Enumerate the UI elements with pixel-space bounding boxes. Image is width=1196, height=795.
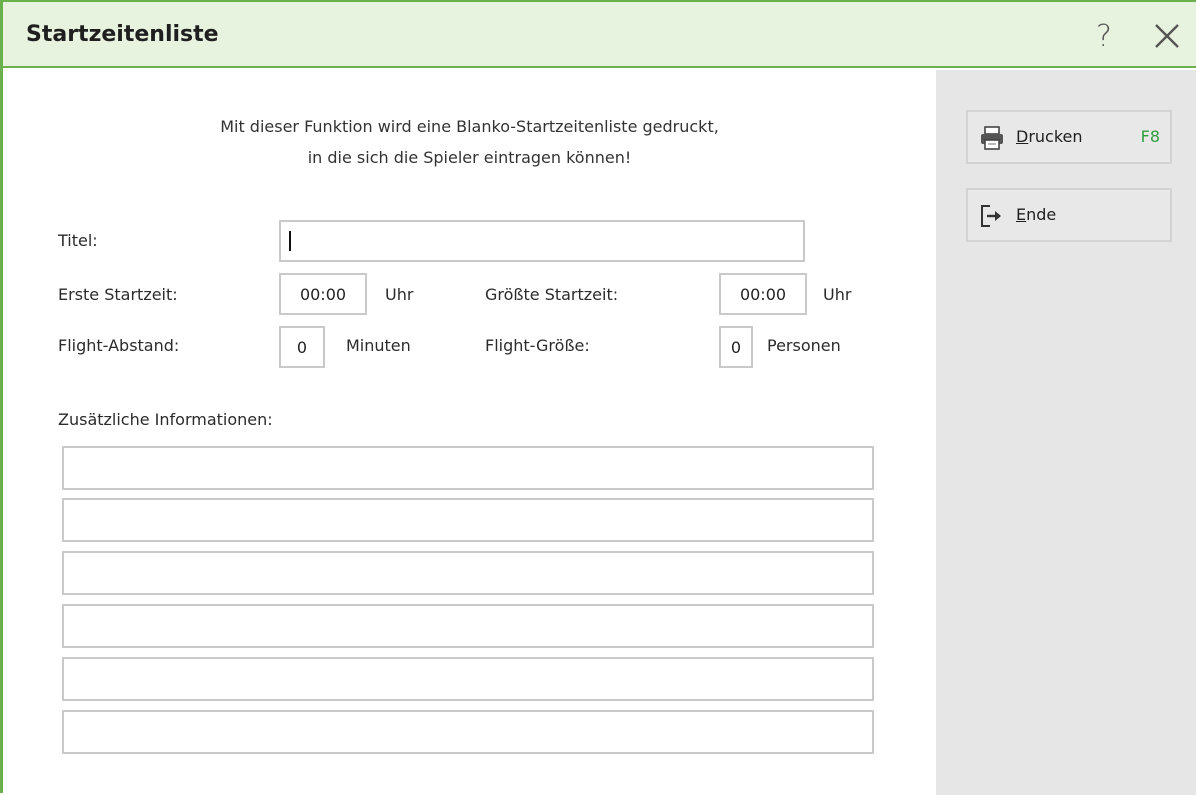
end-button[interactable]: Ende — [966, 188, 1172, 242]
extra-info-label: Zusätzliche Informationen: — [58, 410, 273, 429]
info-text-line-2: in die sich die Spieler eintragen können… — [307, 148, 632, 167]
print-label: Drucken — [1016, 127, 1083, 146]
end-label: Ende — [1016, 205, 1057, 224]
flight-size-input[interactable]: 0 — [719, 326, 753, 368]
close-icon — [1155, 24, 1179, 48]
first-start-label: Erste Startzeit: — [58, 285, 178, 304]
flight-gap-input[interactable]: 0 — [279, 326, 325, 368]
last-start-input[interactable]: 00:00 — [719, 273, 807, 315]
extra-info-line-5[interactable] — [62, 657, 874, 701]
extra-info-line-4[interactable] — [62, 604, 874, 648]
last-start-label: Größte Startzeit: — [485, 285, 619, 304]
title-input[interactable] — [279, 220, 805, 262]
dialog-window: Startzeitenliste ? Mit dieser Funktion w… — [0, 0, 1196, 795]
flight-gap-label: Flight-Abstand: — [58, 336, 180, 355]
form-area: Mit dieser Funktion wird eine Blanko-Sta… — [3, 70, 936, 795]
text-cursor — [289, 231, 291, 251]
close-button[interactable] — [1145, 14, 1189, 58]
first-start-unit: Uhr — [385, 285, 414, 304]
extra-info-line-3[interactable] — [62, 551, 874, 595]
title-bar: Startzeitenliste ? — [3, 2, 1196, 68]
printer-icon — [979, 125, 1005, 155]
help-button[interactable]: ? — [1082, 14, 1126, 58]
first-start-input[interactable]: 00:00 — [279, 273, 367, 315]
flight-size-label: Flight-Größe: — [485, 336, 590, 355]
flight-size-unit: Personen — [767, 336, 841, 355]
extra-info-line-1[interactable] — [62, 446, 874, 490]
extra-info-line-6[interactable] — [62, 710, 874, 754]
last-start-unit: Uhr — [823, 285, 852, 304]
flight-gap-unit: Minuten — [346, 336, 411, 355]
info-text-line-1: Mit dieser Funktion wird eine Blanko-Sta… — [220, 117, 719, 136]
print-shortcut: F8 — [1140, 127, 1160, 146]
help-icon: ? — [1096, 18, 1112, 54]
exit-icon — [979, 203, 1005, 233]
title-label: Titel: — [58, 231, 98, 250]
extra-info-line-2[interactable] — [62, 498, 874, 542]
action-panel: Drucken F8 Ende — [936, 70, 1196, 795]
window-title: Startzeitenliste — [26, 22, 219, 47]
print-button[interactable]: Drucken F8 — [966, 110, 1172, 164]
